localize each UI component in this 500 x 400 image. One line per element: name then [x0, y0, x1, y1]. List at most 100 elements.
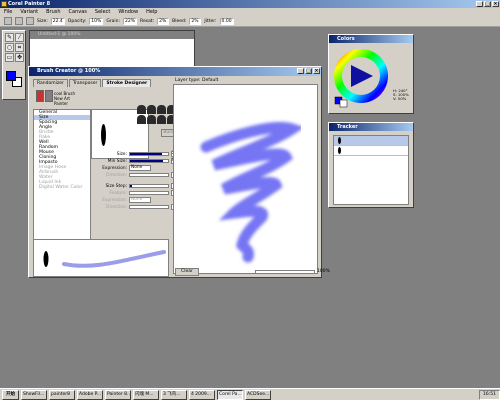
stroke-preview: [33, 239, 169, 277]
grain-field[interactable]: 22%: [123, 17, 138, 25]
bleed-field[interactable]: 2%: [189, 17, 202, 25]
opacity-field[interactable]: 10%: [89, 17, 104, 25]
hsv-readout: H: 240° S: 100% V: 50%: [393, 88, 409, 101]
direction2-slider: [129, 205, 169, 209]
tracker-row[interactable]: [334, 146, 408, 156]
dab-type-icon[interactable]: [15, 17, 23, 25]
layer-type-label: Layer type: Default: [175, 78, 219, 83]
tracker-dab-icon: [338, 147, 341, 154]
dab-shape: [101, 124, 106, 146]
brush-selector[interactable]: cool Brush New Art Painter: [34, 88, 84, 108]
minimize-button[interactable]: _: [476, 1, 483, 7]
menu-canvas[interactable]: Canvas: [69, 8, 87, 16]
select-icon[interactable]: ▭: [5, 53, 14, 62]
menu-select[interactable]: Select: [95, 8, 110, 16]
grain-label: Grain:: [106, 18, 121, 24]
clear-button[interactable]: Clear: [175, 268, 199, 276]
bc-maximize-button[interactable]: □: [305, 68, 312, 74]
taskbar-item[interactable]: 闪魂 M...: [133, 389, 159, 400]
bc-minimize-button[interactable]: _: [297, 68, 304, 74]
zoom-slider[interactable]: [255, 269, 315, 274]
taskbar-item[interactable]: 4 2009...: [189, 389, 215, 400]
system-clock: 16:51: [479, 389, 500, 400]
min-size-control: Min Size: 87%: [97, 158, 183, 164]
jitter-field[interactable]: 0.00: [219, 17, 234, 25]
brush-creator-window: Brush Creator @ 100% _ □ × Randomizer Tr…: [28, 66, 330, 278]
size-label: Size:: [37, 18, 48, 24]
primary-color-swatch[interactable]: [6, 71, 16, 81]
stroke-type-icon[interactable]: [26, 17, 34, 25]
dab-profile-icon[interactable]: [137, 115, 146, 124]
taskbar-item[interactable]: 3 飞鸟...: [161, 389, 187, 400]
menu-bar: File Variant Brush Canvas Select Window …: [0, 8, 500, 16]
direction2-control: Direction: 0: [97, 204, 183, 210]
brush-tool-icon[interactable]: [4, 17, 12, 25]
dab-profile-icon[interactable]: [147, 105, 156, 114]
toolbox: ✎ ⁄ ○ ⌗ ▭ ✥: [2, 30, 26, 100]
direction-control: Direction: 0: [97, 172, 183, 178]
dab-profile-icon[interactable]: [147, 115, 156, 124]
menu-brush[interactable]: Brush: [46, 8, 60, 16]
category-item: Digital Water Color: [39, 185, 83, 190]
tab-stroke-designer[interactable]: Stroke Designer: [102, 79, 152, 87]
menu-window[interactable]: Window: [118, 8, 138, 16]
dab-profile-icon[interactable]: [137, 105, 146, 114]
feature-slider: [129, 191, 169, 195]
brush-stroke-sample: [200, 121, 305, 263]
resat-field[interactable]: 2%: [157, 17, 170, 25]
taskbar-item[interactable]: ACDSee...: [245, 389, 271, 400]
taskbar-item[interactable]: ShowFil...: [21, 389, 47, 400]
start-button[interactable]: 开始: [2, 389, 19, 400]
tab-transposer[interactable]: Transposer: [68, 79, 102, 87]
size-slider[interactable]: [129, 152, 169, 156]
min-size-slider[interactable]: [129, 159, 169, 163]
zoom-control: 100%: [255, 269, 330, 274]
crop-icon[interactable]: ⌗: [15, 43, 24, 52]
menu-variant[interactable]: Variant: [20, 8, 38, 16]
dropper-icon[interactable]: ⁄: [15, 33, 24, 42]
menu-file[interactable]: File: [4, 8, 12, 16]
scratch-canvas[interactable]: [173, 84, 318, 274]
tab-randomizer[interactable]: Randomizer: [33, 79, 68, 87]
taskbar-item[interactable]: Painter 8...: [105, 389, 131, 400]
expression2-select: None: [129, 197, 151, 203]
brush-creator-title: Brush Creator @ 100%: [29, 67, 321, 76]
opacity-label: Opacity:: [67, 18, 87, 24]
color-wheel[interactable]: [329, 43, 413, 113]
direction-slider: [129, 173, 169, 177]
taskbar: 开始 ShowFil... painter8 Adobe P... Painte…: [0, 388, 500, 400]
tracker-dab-icon: [338, 137, 341, 144]
tracker-panel: Tracker: [328, 122, 414, 208]
tracker-panel-title: Tracker: [329, 123, 413, 131]
size-control: Size: 20.4: [97, 151, 183, 157]
size-step-control: Size Step: 5%: [97, 183, 183, 189]
dab-profile-icon[interactable]: [157, 115, 166, 124]
taskbar-item[interactable]: painter8: [49, 389, 75, 400]
resat-label: Resat:: [140, 18, 155, 24]
bc-close-button[interactable]: ×: [313, 68, 320, 74]
brush-variant-icon[interactable]: [45, 90, 53, 102]
maximize-button[interactable]: □: [484, 1, 491, 7]
taskbar-item[interactable]: Adobe P...: [77, 389, 103, 400]
brush-category-icon[interactable]: [36, 90, 44, 102]
feature-control: Feature: 7.6: [97, 190, 183, 196]
size-field[interactable]: 22.4: [50, 17, 65, 25]
expression2-control: Expression: None: [97, 197, 151, 203]
tracker-list[interactable]: [333, 135, 409, 205]
magnifier-icon[interactable]: ○: [5, 43, 14, 52]
taskbar-item-active[interactable]: Corel Pa...: [217, 389, 243, 400]
stroke-preview-sample: [43, 250, 166, 268]
size-step-slider[interactable]: [129, 184, 169, 188]
tracker-row[interactable]: [334, 136, 408, 146]
menu-help[interactable]: Help: [146, 8, 157, 16]
painter-app-icon: [1, 1, 7, 7]
expression-select[interactable]: None: [129, 165, 151, 171]
colors-panel: Colors H: 240° S: 100% V: 50%: [328, 34, 414, 114]
dab-profile-grid: [137, 105, 176, 124]
move-icon[interactable]: ✥: [15, 53, 24, 62]
bleed-label: Bleed:: [172, 18, 187, 24]
close-button[interactable]: ×: [492, 1, 499, 7]
brush-icon[interactable]: ✎: [5, 33, 14, 42]
jitter-label: Jitter:: [204, 18, 217, 24]
dab-profile-icon[interactable]: [157, 105, 166, 114]
